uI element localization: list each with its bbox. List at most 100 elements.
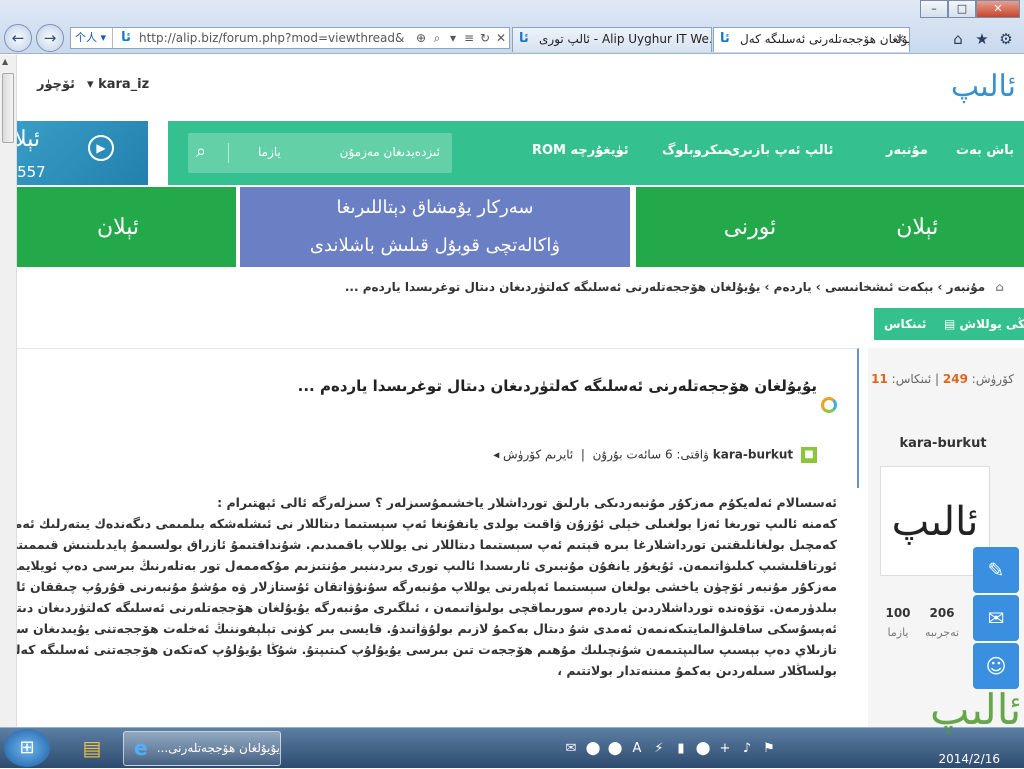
search-icon[interactable]: ⌕	[429, 31, 445, 46]
tray-app-icon[interactable]: ⬤	[582, 741, 604, 756]
stop-icon[interactable]: ✕	[493, 31, 509, 45]
post-title: يۇيۇلغان ھۆججەتلەرنى ئەسلىگە كەلتۈردىغان…	[297, 377, 817, 395]
stat-experience[interactable]: 206 تەجرىبە	[920, 606, 964, 639]
search-type-select[interactable]: ئىزدەيدىغان مەزمۇن	[340, 145, 440, 159]
stat-value: 206	[929, 606, 955, 620]
system-tray: ✉ ⬤ ⬤ A ⚡ ▮ ⬤ + ♪ ⚑	[560, 728, 780, 769]
banner-middle[interactable]: سەركار يۇمشاق دېتاللىرىغا ۋاكالەتچى قوبۇ…	[240, 187, 630, 267]
play-icon[interactable]: ▶	[88, 135, 114, 161]
scrollbar-thumb[interactable]	[2, 73, 14, 143]
post-line: كەمچىل بولغانلىقتىن تورداشلارغا بىرە قېت…	[17, 537, 837, 552]
stat-label: يازما	[887, 626, 909, 639]
ie-taskbar-label: يۇيۇلغان ھۆججەتلەرنى...	[156, 741, 280, 755]
browser-chrome: – □ ✕ ← → 个人 ▾ ئا http://alip.biz/forum.…	[0, 0, 1024, 54]
home-icon[interactable]: ⌂	[948, 29, 968, 49]
favorites-star-icon[interactable]: ★	[972, 29, 992, 49]
tray-ime-icon[interactable]: A	[626, 741, 648, 756]
addon-icon[interactable]: ⊕	[413, 31, 429, 45]
tray-plus-icon[interactable]: +	[714, 741, 736, 756]
maximize-button[interactable]: □	[948, 0, 976, 18]
post-line: ئەسسالام ئەلەيكۇم مەزكۇر مۇنبەردىكى بارل…	[217, 495, 837, 510]
banner-right-a: ئورنى	[723, 214, 777, 240]
banner-left-text: ئېلان	[96, 214, 140, 240]
post-line: ئەپسۇسكى ساقلىۋالمايتىكەنمەن ئەمدى شۇ دى…	[17, 621, 837, 636]
post-line: بىلدۈرمەن. تۆۋەندە تورداشلاردىن ياردەم س…	[17, 600, 837, 615]
float-edit-button[interactable]: ✎	[973, 547, 1019, 593]
stat-posts[interactable]: 100 يازما	[876, 606, 920, 639]
dropdown-icon[interactable]: ▾	[445, 31, 461, 45]
breadcrumb: ⌂ مۇنبەر › بېكەت ئىشخانىسى › ياردەم › يۇ…	[344, 280, 1004, 294]
tab-current[interactable]: ئا يۇيۇلغان ھۆججەتلەرنى ئەسلىگە كەل... ✕	[713, 27, 910, 52]
tray-device-icon[interactable]: ▮	[670, 741, 692, 756]
nav-item-app-market[interactable]: ئالپ ئەپ بازىرى	[728, 143, 833, 158]
logout-link[interactable]: ئۆچۈر	[37, 77, 75, 92]
url-text[interactable]: http://alip.biz/forum.php?mod=viewthread…	[139, 31, 413, 45]
tray-power-icon[interactable]: ⚡	[648, 741, 670, 756]
float-chat-button[interactable]: ✉	[973, 595, 1019, 641]
username-menu[interactable]: kara_iz ▾	[87, 77, 149, 92]
settings-gear-icon[interactable]: ⚙	[996, 29, 1016, 49]
site-logo[interactable]: ئالىپ	[951, 59, 1016, 115]
post-meta: ■ kara-burkut ۋاقتى: 6 سائەت بۇرۇن | ئاي…	[493, 447, 817, 463]
left-ad-banner[interactable]: ئېلان ▶ 61557	[0, 121, 148, 185]
user-stats: 206 تەجرىبە 100 يازما	[876, 606, 964, 639]
window-controls: – □ ✕	[920, 0, 1020, 18]
breadcrumb-forum[interactable]: مۇنبەر	[947, 280, 986, 294]
nav-item-home[interactable]: باش بەت	[956, 143, 1014, 158]
tray-mail-icon[interactable]: ✉	[560, 741, 582, 756]
breadcrumb-office[interactable]: بېكەت ئىشخانىسى	[825, 280, 933, 294]
nav-item-microblog[interactable]: مىكروبلوگ	[662, 143, 731, 158]
post-line: تازىلاي دەپ بېسىپ سالىپتىمەن شۇنچىلىك مۇ…	[17, 642, 837, 657]
taskbar: ⊞ ▤ e يۇيۇلغان ھۆججەتلەرنى... ✉ ⬤ ⬤ A ⚡ …	[0, 727, 1024, 768]
ie-icon: e	[134, 736, 148, 760]
tab-close-icon[interactable]: ✕	[895, 28, 905, 51]
tab-alip-home[interactable]: ئا ئالپ تورى - Alip Uyghur IT We...	[512, 27, 712, 52]
replies-count: 11	[871, 372, 888, 386]
reply-button[interactable]: ئىنكاس	[874, 308, 937, 340]
close-window-button[interactable]: ✕	[976, 0, 1020, 18]
new-thread-label: يېڭى يوللاش	[959, 317, 1024, 331]
search-placeholder[interactable]: يازما	[258, 145, 281, 159]
banner-middle-line2: ۋاكالەتچى قوبۇل قىلىش باشلاندى	[309, 235, 561, 256]
tray-app-icon[interactable]: ⬤	[604, 741, 626, 756]
back-button[interactable]: ←	[4, 24, 32, 52]
address-bar[interactable]: 个人 ▾ ئا http://alip.biz/forum.php?mod=vi…	[70, 27, 510, 49]
home-icon[interactable]: ⌂	[995, 280, 1004, 294]
ie-taskbar-button[interactable]: e يۇيۇلغان ھۆججەتلەرنى...	[123, 731, 281, 766]
only-author-link[interactable]: ئايرىم كۆرۈش ◂	[493, 448, 573, 462]
nav-item-rom[interactable]: ئۈيغۇرچە ROM	[532, 143, 629, 158]
forward-button[interactable]: →	[36, 24, 64, 52]
banner-middle-line1: سەركار يۇمشاق دېتاللىرىغا	[336, 197, 534, 218]
author-icon: ■	[801, 447, 817, 463]
language-selector[interactable]: 个人 ▾	[71, 28, 113, 48]
scroll-up-icon[interactable]: ▲	[2, 57, 8, 66]
vertical-scrollbar[interactable]: ▲	[0, 55, 17, 727]
stat-label: تەجرىبە	[924, 626, 960, 639]
nav-item-forum[interactable]: مۇنبەر	[886, 143, 928, 158]
breadcrumb-help[interactable]: ياردەم	[774, 280, 812, 294]
tab-favicon-icon: ئا	[519, 31, 529, 46]
start-button[interactable]: ⊞	[4, 729, 50, 767]
tray-app-icon[interactable]: ⬤	[692, 741, 714, 756]
tray-flag-icon[interactable]: ⚑	[758, 741, 780, 756]
banner-right[interactable]: ئورنى ئېلان	[636, 187, 1024, 267]
refresh-icon[interactable]: ↻	[477, 31, 493, 45]
page-viewport: ئالىپ kara_iz ▾ ئۆچۈر ئېلان ▶ 61557 ⌕ يا…	[0, 55, 1024, 727]
stat-value: 100	[885, 606, 911, 620]
banner-left[interactable]: ئېلان	[0, 187, 236, 267]
breadcrumb-thread[interactable]: يۇيۇلغان ھۆججەتلەرنى ئەسلىگە كەلتۈردىغان…	[345, 280, 760, 294]
sidebar-username[interactable]: kara-burkut	[868, 436, 1018, 451]
new-thread-button[interactable]: يېڭى يوللاش ▤	[934, 308, 1024, 340]
search-icon[interactable]: ⌕	[196, 141, 218, 163]
site-topbar: ئالىپ kara_iz ▾ ئۆچۈر	[17, 55, 1024, 121]
views-label: كۆرۈش:	[971, 372, 1014, 386]
post-line: بولساڭلار سىلەردىن بەكمۇ مىننەتدار بولات…	[557, 663, 837, 678]
explorer-taskbar-icon[interactable]: ▤	[70, 731, 114, 766]
tray-volume-icon[interactable]: ♪	[736, 741, 758, 756]
minimize-button[interactable]: –	[920, 0, 948, 18]
post-author[interactable]: kara-burkut	[713, 448, 793, 462]
tab-label: يۇيۇلغان ھۆججەتلەرنى ئەسلىگە كەل...	[740, 32, 909, 46]
search-box[interactable]: ⌕ يازما ئىزدەيدىغان مەزمۇن	[188, 133, 452, 173]
loading-icon	[821, 397, 837, 413]
compat-icon[interactable]: ≡	[461, 31, 477, 45]
